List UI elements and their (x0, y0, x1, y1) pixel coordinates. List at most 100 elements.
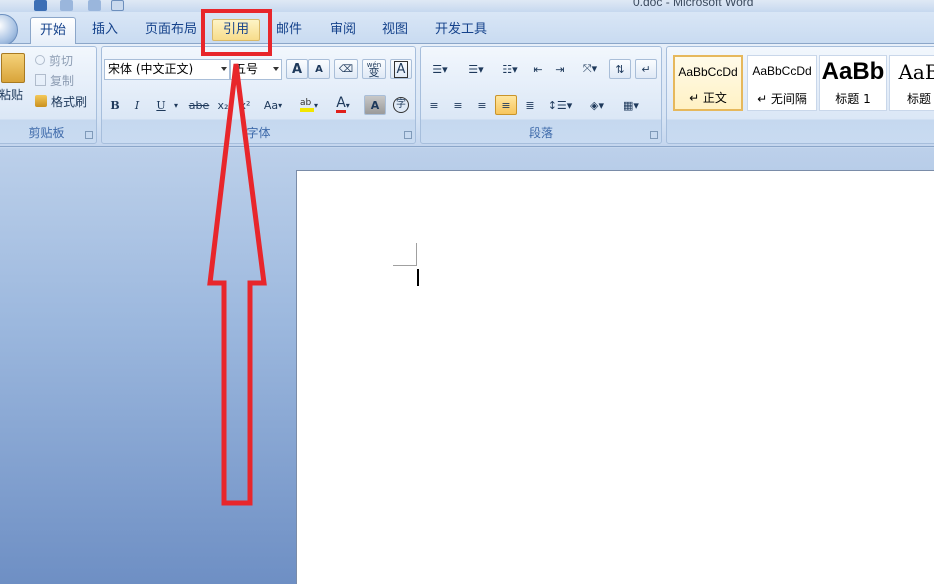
paragraph-group: ☰▾ ☰▾ ☷▾ ⇤ ⇥ ⤧▾ ⇅ ↵ ≡ ≡ ≡ ≡ ≣ ↕☰▾ ◈▾ ▦▾ … (420, 46, 662, 144)
increase-indent-icon: ⇥ (555, 62, 565, 76)
copy-icon (35, 74, 46, 86)
align-left-button[interactable]: ≡ (423, 95, 445, 115)
qat-customize-icon[interactable] (138, 0, 146, 11)
bullets-button[interactable]: ☰▾ (423, 59, 457, 79)
tab-insert[interactable]: 插入 (82, 17, 128, 44)
shrink-font-button[interactable]: A (308, 59, 330, 79)
tab-review[interactable]: 审阅 (320, 17, 366, 44)
align-center-icon: ≡ (453, 98, 463, 112)
ribbon-tab-row: 开始 插入 页面布局 引用 邮件 审阅 视图 开发工具 (0, 12, 934, 46)
annotation-highlight-box (201, 9, 272, 56)
borders-button[interactable]: ▦▾ (615, 95, 647, 115)
clipboard-group-label: 剪贴板 (28, 126, 65, 140)
tab-page-layout[interactable]: 页面布局 (138, 17, 204, 44)
window-title: 0.doc - Microsoft Word (633, 0, 754, 9)
sort-icon: ⇅ (615, 62, 625, 76)
increase-indent-button[interactable]: ⇥ (549, 59, 571, 79)
decrease-indent-button[interactable]: ⇤ (527, 59, 549, 79)
chevron-down-icon: ▾ (345, 100, 350, 110)
shading-button[interactable]: ◈▾ (581, 95, 613, 115)
bullet-list-icon: ☰▾ (432, 62, 448, 76)
align-left-icon: ≡ (429, 98, 439, 112)
align-right-button[interactable]: ≡ (471, 95, 493, 115)
style-heading-1[interactable]: AaBb 标题 1 (819, 55, 887, 111)
multilevel-list-button[interactable]: ☷▾ (495, 59, 525, 79)
distributed-button[interactable]: ≣ (519, 95, 541, 115)
grow-font-button[interactable]: A (286, 59, 308, 79)
print-preview-icon[interactable] (111, 0, 124, 11)
tab-developer[interactable]: 开发工具 (426, 17, 496, 44)
chevron-down-icon: ▾ (278, 100, 283, 110)
font-launcher-icon[interactable] (404, 131, 412, 139)
eraser-icon: ⌫ (338, 63, 354, 75)
subscript-button[interactable]: x₂ (212, 95, 234, 115)
text-highlight-button[interactable]: ab ▾ (292, 95, 326, 115)
office-button[interactable] (0, 14, 18, 46)
save-icon[interactable] (34, 0, 47, 11)
title-bar: 0.doc - Microsoft Word (0, 0, 934, 12)
chevron-down-icon[interactable] (273, 67, 279, 71)
style-title[interactable]: AaB 标题 (889, 55, 934, 111)
paste-button[interactable]: 粘贴 (0, 85, 23, 103)
paste-icon[interactable] (1, 53, 25, 83)
pilcrow-icon: ↵ (641, 62, 651, 76)
highlighter-icon: ab (299, 98, 314, 112)
tab-home[interactable]: 开始 (30, 17, 76, 45)
clipboard-launcher-icon[interactable] (85, 131, 93, 139)
justify-button[interactable]: ≡ (495, 95, 517, 115)
font-size-combo[interactable]: 五号 (230, 59, 282, 80)
chevron-down-icon: ▾ (313, 100, 318, 110)
align-center-button[interactable]: ≡ (447, 95, 469, 115)
text-cursor (417, 269, 419, 286)
superscript-button[interactable]: x² (234, 95, 256, 115)
shading-icon: A (370, 98, 380, 112)
character-shading-button[interactable]: A (364, 95, 386, 115)
styles-group: AaBbCcDd ↵ 正文 AaBbCcDd ↵ 无间隔 AaBb 标题 1 A… (666, 46, 934, 144)
line-spacing-icon: ↕☰▾ (547, 98, 573, 112)
enclose-characters-button[interactable]: 字 (390, 95, 412, 115)
tab-mailings[interactable]: 邮件 (266, 17, 312, 44)
underline-button[interactable]: U (150, 95, 172, 115)
scissors-icon (35, 55, 45, 65)
align-right-icon: ≡ (477, 98, 487, 112)
phonetic-guide-button[interactable]: wén 变 (362, 59, 386, 79)
multilevel-list-icon: ☷▾ (502, 62, 518, 76)
undo-icon[interactable] (60, 0, 73, 11)
paragraph-group-label: 段落 (528, 126, 553, 140)
style-no-spacing[interactable]: AaBbCcDd ↵ 无间隔 (747, 55, 817, 111)
font-color-button[interactable]: A ▾ (328, 95, 358, 115)
chevron-down-icon[interactable] (221, 67, 227, 71)
watermark-text: Bai du 经验 (762, 510, 934, 557)
change-case-button[interactable]: Aa ▾ (258, 95, 288, 115)
character-border-button[interactable]: A (390, 59, 412, 79)
ribbon: 粘贴 剪切 复制 格式刷 剪贴板 宋体 (中文正文) 五号 A A ⌫ wén 变… (0, 44, 934, 147)
numbering-button[interactable]: ☰▾ (459, 59, 493, 79)
redo-icon[interactable] (88, 0, 101, 11)
strikethrough-button[interactable]: abe (186, 95, 212, 115)
watermark-url: jingyan.baidu.com (712, 558, 849, 573)
format-painter-button[interactable]: 格式刷 (35, 92, 87, 110)
bold-button[interactable]: B (104, 95, 126, 115)
clear-format-button[interactable]: ⌫ (334, 59, 358, 79)
copy-button[interactable]: 复制 (35, 71, 74, 89)
chinese-layout-button[interactable]: ⤧▾ (575, 59, 605, 79)
sort-button[interactable]: ⇅ (609, 59, 631, 79)
font-name-combo[interactable]: 宋体 (中文正文) (104, 59, 230, 80)
distributed-icon: ≣ (525, 98, 535, 112)
justify-icon: ≡ (501, 98, 511, 112)
line-spacing-button[interactable]: ↕☰▾ (543, 95, 577, 115)
decrease-indent-icon: ⇤ (533, 62, 543, 76)
italic-button[interactable]: I (126, 95, 148, 115)
paintbrush-icon (35, 95, 47, 107)
tab-view[interactable]: 视图 (372, 17, 418, 44)
baidu-watermark: Bai du 经验 jingyan.baidu.com (712, 480, 934, 584)
chinese-layout-icon: ⤧▾ (582, 62, 598, 75)
paragraph-launcher-icon[interactable] (650, 131, 658, 139)
borders-icon: ▦▾ (623, 98, 639, 112)
margin-marker-horizontal (393, 265, 417, 266)
underline-dropdown[interactable]: ▾ (172, 95, 180, 115)
cut-button[interactable]: 剪切 (35, 51, 73, 69)
paint-bucket-icon: ◈▾ (590, 98, 604, 112)
show-marks-button[interactable]: ↵ (635, 59, 657, 79)
style-normal[interactable]: AaBbCcDd ↵ 正文 (673, 55, 743, 111)
